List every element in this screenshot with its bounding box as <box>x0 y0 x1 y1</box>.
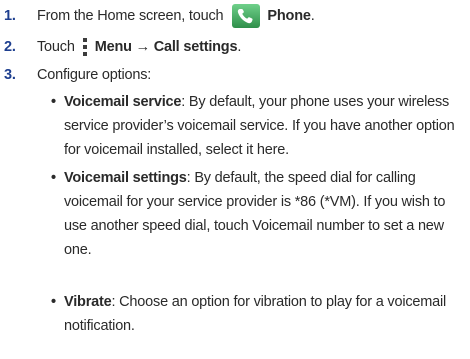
step-number: 2. <box>4 39 16 55</box>
option-vibrate: • Vibrate: Choose an option for vibratio… <box>51 290 464 338</box>
bullet: • <box>51 170 56 186</box>
step-number: 1. <box>4 8 16 24</box>
phone-label: Phone <box>267 8 311 24</box>
instructions-page: 1. From the Home screen, touch Phone. 2.… <box>0 0 470 359</box>
step-text: Configure options: <box>37 67 152 83</box>
option-text: Vibrate: Choose an option for vibration … <box>64 290 464 338</box>
bullet: • <box>51 294 56 310</box>
step-text: From the Home screen, touch Phone. <box>37 3 315 29</box>
menu-call-settings-label: Menu → Call settings <box>94 39 238 55</box>
step-2-text: Touch <box>37 39 75 55</box>
option-title: Vibrate <box>64 294 112 310</box>
step-text: Touch Menu → Call settings. <box>37 35 241 59</box>
menu-icon <box>82 38 87 56</box>
phone-icon <box>232 4 261 28</box>
option-text: Voicemail service: By default, your phon… <box>64 90 464 162</box>
option-text: Voicemail settings: By default, the spee… <box>64 166 464 262</box>
step-2-period: . <box>237 39 242 55</box>
step-2: 2. Touch Menu → Call settings. <box>0 33 470 61</box>
bullet: • <box>51 94 56 110</box>
step-1-text: From the Home screen, touch <box>37 8 224 24</box>
step-1: 1. From the Home screen, touch Phone. <box>0 2 470 30</box>
option-voicemail-settings: • Voicemail settings: By default, the sp… <box>51 166 464 262</box>
step-1-period: . <box>310 8 315 24</box>
option-voicemail-service: • Voicemail service: By default, your ph… <box>51 90 464 162</box>
option-title: Voicemail settings <box>64 170 187 186</box>
step-3: 3. Configure options: <box>0 61 470 89</box>
step-number: 3. <box>4 67 16 83</box>
option-description: : Choose an option for vibration to play… <box>64 294 447 334</box>
option-title: Voicemail service <box>64 94 182 110</box>
